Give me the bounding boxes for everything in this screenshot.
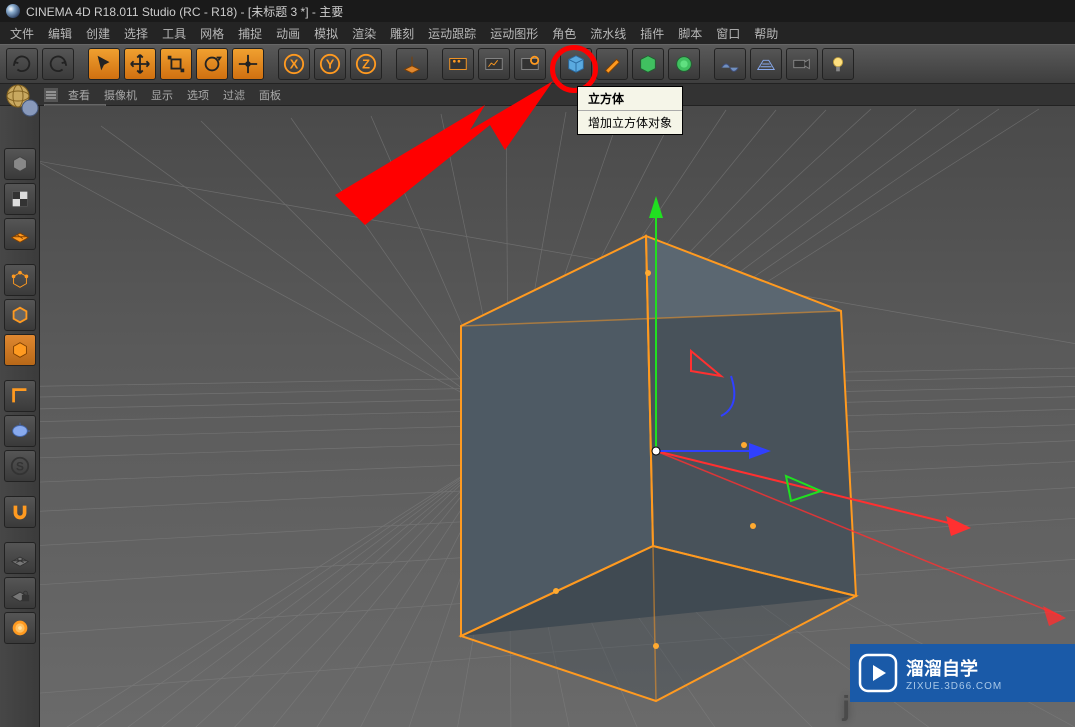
deformer-button[interactable] <box>668 48 700 80</box>
render-picture-button[interactable] <box>478 48 510 80</box>
vp-menu-display[interactable]: 显示 <box>147 85 177 105</box>
menu-tool[interactable]: 工具 <box>156 23 192 44</box>
floor-button[interactable] <box>750 48 782 80</box>
model-mode-button[interactable] <box>4 183 36 215</box>
menu-select[interactable]: 选择 <box>118 23 154 44</box>
menu-file[interactable]: 文件 <box>4 23 40 44</box>
menu-plugin[interactable]: 插件 <box>634 23 670 44</box>
workplane-button[interactable] <box>4 542 36 574</box>
environment-button[interactable] <box>714 48 746 80</box>
menu-sculpt[interactable]: 雕刻 <box>384 23 420 44</box>
polygon-mode-button[interactable] <box>4 334 36 366</box>
sep <box>78 48 84 80</box>
vp-menu-camera[interactable]: 摄像机 <box>100 85 141 105</box>
menu-snap[interactable]: 捕捉 <box>232 23 268 44</box>
isoline-button[interactable] <box>4 612 36 644</box>
svg-text:Y: Y <box>326 57 335 72</box>
point-mode-button[interactable] <box>4 264 36 296</box>
camera-button[interactable] <box>786 48 818 80</box>
menu-script[interactable]: 脚本 <box>672 23 708 44</box>
cube-tooltip: 立方体 增加立方体对象 <box>577 86 683 135</box>
axis-z-button[interactable]: Z <box>350 48 382 80</box>
select-tool-button[interactable] <box>88 48 120 80</box>
move-tool-button[interactable] <box>124 48 156 80</box>
viewport-globe-icon <box>4 82 40 118</box>
svg-text:S: S <box>16 460 24 474</box>
sep <box>268 48 274 80</box>
render-settings-button[interactable] <box>514 48 546 80</box>
sep <box>432 48 438 80</box>
menu-pipeline[interactable]: 流水线 <box>584 23 632 44</box>
snap-toggle-button[interactable]: S <box>4 450 36 482</box>
menu-mograph[interactable]: 运动图形 <box>484 23 544 44</box>
menu-character[interactable]: 角色 <box>546 23 582 44</box>
generator-button[interactable] <box>632 48 664 80</box>
viewport-header: 查看 摄像机 显示 选项 过滤 面板 透视视图 <box>0 84 1075 106</box>
add-cube-button[interactable] <box>560 48 592 80</box>
sep <box>386 48 392 80</box>
menu-edit[interactable]: 编辑 <box>42 23 78 44</box>
viewport-3d[interactable] <box>40 106 1075 727</box>
light-button[interactable] <box>822 48 854 80</box>
window-title: CINEMA 4D R18.011 Studio (RC - R18) - [未… <box>26 3 343 20</box>
menu-create[interactable]: 创建 <box>80 23 116 44</box>
menu-mesh[interactable]: 网格 <box>194 23 230 44</box>
mode-sidebar: S <box>0 106 40 727</box>
menu-simulate[interactable]: 模拟 <box>308 23 344 44</box>
tooltip-body: 增加立方体对象 <box>578 111 682 134</box>
c4d-logo-icon <box>6 4 20 18</box>
watermark-shadow: j <box>842 690 850 722</box>
vp-menu-view[interactable]: 查看 <box>64 85 94 105</box>
locked-workplane-button[interactable] <box>4 577 36 609</box>
rotate-tool-button[interactable] <box>196 48 228 80</box>
vp-menu-filter[interactable]: 过滤 <box>219 85 249 105</box>
watermark-url: ZIXUE.3D66.COM <box>906 681 1002 692</box>
watermark-brand: 溜溜自学 <box>906 655 1002 681</box>
menu-render[interactable]: 渲染 <box>346 23 382 44</box>
spline-pen-button[interactable] <box>596 48 628 80</box>
watermark-badge: 溜溜自学 ZIXUE.3D66.COM <box>850 644 1075 702</box>
axis-tool-button[interactable] <box>4 380 36 412</box>
undo-button[interactable] <box>6 48 38 80</box>
axis-x-button[interactable]: X <box>278 48 310 80</box>
edge-mode-button[interactable] <box>4 299 36 331</box>
tooltip-title: 立方体 <box>578 87 682 111</box>
cube-face-front-right <box>646 236 856 596</box>
menu-animate[interactable]: 动画 <box>270 23 306 44</box>
render-view-button[interactable] <box>442 48 474 80</box>
vp-menu-options[interactable]: 选项 <box>183 85 213 105</box>
svg-text:Z: Z <box>362 57 370 72</box>
menu-window[interactable]: 窗口 <box>710 23 746 44</box>
menu-tracker[interactable]: 运动跟踪 <box>422 23 482 44</box>
viewport-menu-icon[interactable] <box>44 88 58 102</box>
menu-bar: 文件 编辑 创建 选择 工具 网格 捕捉 动画 模拟 渲染 雕刻 运动跟踪 运动… <box>0 22 1075 44</box>
scale-tool-button[interactable] <box>160 48 192 80</box>
redo-button[interactable] <box>42 48 74 80</box>
svg-text:X: X <box>290 57 299 72</box>
make-editable-button[interactable] <box>4 148 36 180</box>
scene-canvas <box>40 106 1075 727</box>
sep <box>704 48 710 80</box>
play-icon <box>858 653 898 693</box>
title-bar: CINEMA 4D R18.011 Studio (RC - R18) - [未… <box>0 0 1075 22</box>
vp-menu-panel[interactable]: 面板 <box>255 85 285 105</box>
coord-system-button[interactable] <box>396 48 428 80</box>
tweak-tool-button[interactable] <box>4 415 36 447</box>
magnet-button[interactable] <box>4 496 36 528</box>
last-tool-button[interactable] <box>232 48 264 80</box>
axis-y-button[interactable]: Y <box>314 48 346 80</box>
texture-mode-button[interactable] <box>4 218 36 250</box>
main-toolbar: X Y Z <box>0 44 1075 84</box>
sep <box>550 48 556 80</box>
menu-help[interactable]: 帮助 <box>748 23 784 44</box>
